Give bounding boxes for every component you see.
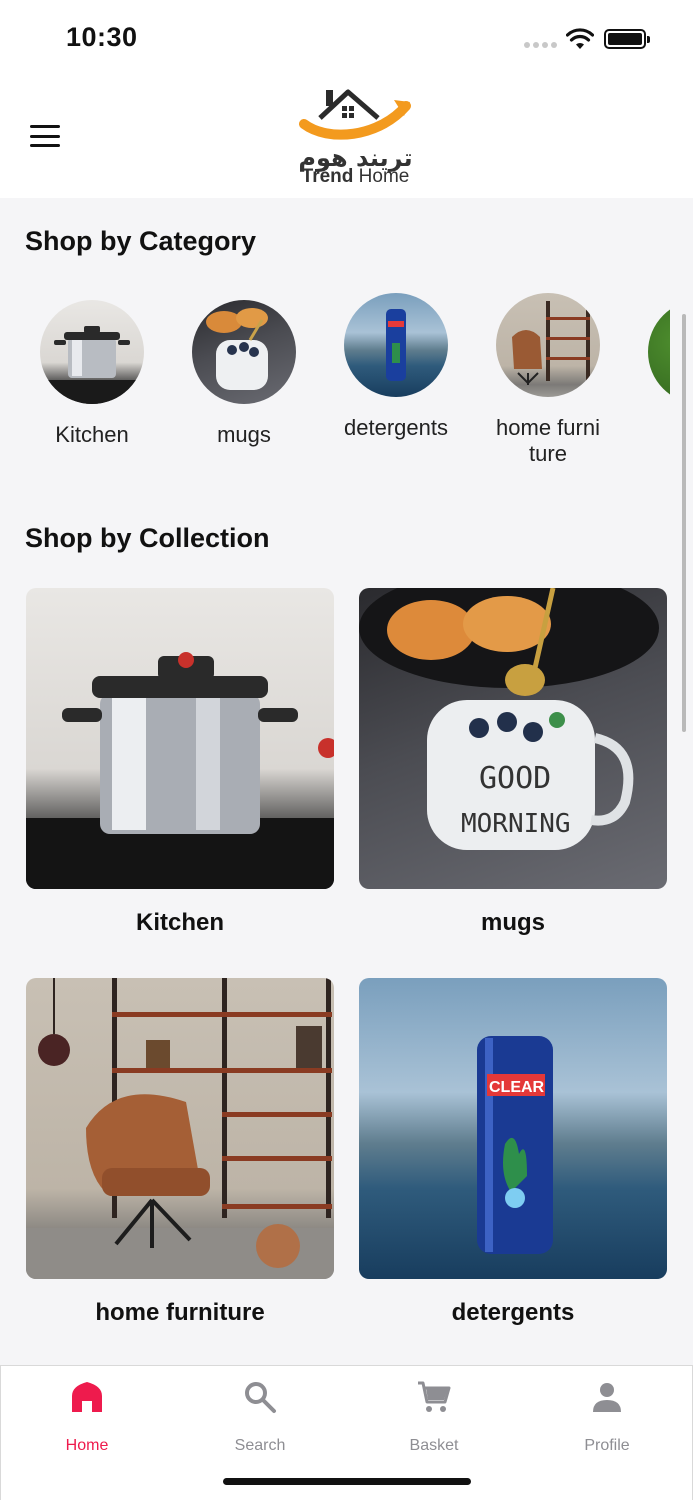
- home-icon: [72, 1382, 102, 1412]
- nav-search-label: Search: [234, 1437, 286, 1454]
- collection-label: home furniture: [95, 1299, 265, 1326]
- collection-home-furniture-image: [26, 978, 334, 1279]
- category-home-furniture-image: [496, 293, 600, 397]
- category-label: Kitchen: [55, 422, 129, 447]
- home-indicator: [223, 1478, 471, 1485]
- logo-english-text: Trend Home: [301, 166, 410, 187]
- status-time: 10:30: [66, 22, 138, 52]
- status-bar: 10:30: [0, 0, 693, 76]
- collection-card-mugs[interactable]: GOOD MORNING mugs: [359, 588, 667, 937]
- collection-card-kitchen[interactable]: Kitchen: [26, 588, 334, 937]
- hamburger-menu-icon[interactable]: [30, 125, 60, 147]
- category-kitchen-image: [40, 300, 144, 404]
- nav-profile-label: Profile: [584, 1437, 630, 1454]
- house-arrow-logo-icon: [299, 89, 411, 140]
- category-partial-image: [648, 300, 670, 404]
- trend-home-logo: تريند هوم Trend Home: [298, 82, 413, 190]
- category-item-mugs[interactable]: mugs: [168, 300, 320, 448]
- nav-basket-label: Basket: [409, 1437, 459, 1454]
- category-mugs-image: [192, 300, 296, 404]
- app-header: تريند هوم Trend Home: [0, 76, 693, 198]
- search-icon: [245, 1382, 276, 1413]
- category-item-detergents[interactable]: detergents: [320, 293, 472, 441]
- nav-search[interactable]: Search: [200, 1380, 320, 1455]
- nav-home-label: Home: [65, 1437, 109, 1454]
- collection-mugs-image: GOOD MORNING: [359, 588, 667, 889]
- nav-basket[interactable]: Basket: [374, 1380, 494, 1455]
- collection-card-detergents[interactable]: CLEAR detergents: [359, 978, 667, 1327]
- cart-icon: [418, 1381, 451, 1412]
- collection-kitchen-image: [26, 588, 334, 889]
- cellular-signal-icon: [524, 42, 557, 48]
- shop-by-category-title: Shop by Category: [25, 226, 257, 256]
- person-icon: [593, 1383, 621, 1412]
- category-label: detergents: [344, 415, 448, 440]
- mug-text-morning: MORNING: [461, 809, 571, 839]
- shop-by-collection-title: Shop by Collection: [25, 523, 270, 553]
- category-carousel[interactable]: Kitchen mugs detergents home furniture: [0, 290, 670, 470]
- nav-home[interactable]: Home: [27, 1380, 147, 1455]
- category-item-home-furniture[interactable]: home furniture: [472, 293, 624, 467]
- wifi-icon: [566, 28, 594, 49]
- clear-brand-text: CLEAR: [489, 1079, 545, 1096]
- category-detergents-image: [344, 293, 448, 397]
- category-item-partial[interactable]: [624, 300, 670, 404]
- mug-text-good: GOOD: [479, 761, 551, 796]
- collection-label: mugs: [480, 909, 545, 936]
- vertical-scrollbar[interactable]: [682, 314, 686, 732]
- nav-profile[interactable]: Profile: [547, 1380, 667, 1455]
- category-label: mugs: [217, 422, 271, 447]
- battery-icon: [604, 29, 650, 49]
- collection-label: detergents: [451, 1299, 575, 1326]
- category-item-kitchen[interactable]: Kitchen: [16, 300, 168, 448]
- category-label: home furniture: [496, 415, 600, 466]
- collection-detergents-image: CLEAR: [359, 978, 667, 1279]
- collection-label: Kitchen: [135, 909, 224, 936]
- collection-card-home-furniture[interactable]: home furniture: [26, 978, 334, 1327]
